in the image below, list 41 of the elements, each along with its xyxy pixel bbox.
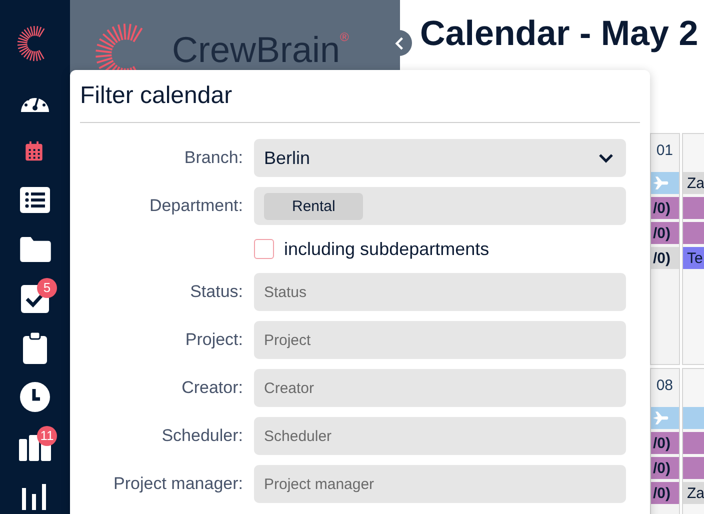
field-label: Creator: <box>180 378 243 398</box>
calendar-event[interactable]: /0) <box>651 432 679 454</box>
department-tag[interactable]: Rental <box>264 192 364 220</box>
checkbox[interactable] <box>254 239 274 259</box>
field-label: Project manager: <box>112 474 243 494</box>
airplane-icon <box>653 411 669 425</box>
field-label: Department: <box>148 196 243 216</box>
field-label: Scheduler: <box>160 426 243 446</box>
clock-icon <box>20 382 50 412</box>
logo-text: CrewBrain <box>172 32 340 68</box>
calendar-event[interactable]: /0) <box>651 222 679 244</box>
notification-badge: 11 <box>37 426 57 446</box>
input-field[interactable]: Project <box>254 321 626 359</box>
input-field[interactable]: Status <box>254 273 626 311</box>
field-label: Branch: <box>183 148 243 168</box>
calendar-event[interactable]: /0) <box>651 457 679 479</box>
page-title: Calendar - May 2 <box>420 14 698 55</box>
calendar-event[interactable]: /0) <box>651 197 679 219</box>
day-number: 01 <box>656 142 674 159</box>
select-field[interactable]: Berlin <box>254 139 626 177</box>
list-icon <box>20 187 50 214</box>
chevron-down-icon <box>598 153 614 163</box>
field-label: Project: <box>184 330 243 350</box>
dialog-title: Filter calendar <box>80 82 640 123</box>
chevron-left-icon <box>394 36 404 50</box>
calendar-event[interactable]: /0) <box>651 482 679 504</box>
nav-button[interactable]: 11 <box>15 428 55 465</box>
checkbox-label: including subdepartments <box>284 238 490 260</box>
nav-button[interactable]: 5 <box>15 280 55 318</box>
field-label: Status: <box>189 282 243 302</box>
input-field[interactable]: Creator <box>254 369 626 407</box>
day-number: 08 <box>656 377 674 394</box>
calendar-event[interactable]: /0) <box>651 247 679 269</box>
registered-mark: ® <box>340 30 349 44</box>
folder-icon <box>20 236 50 262</box>
airplane-icon <box>653 176 669 190</box>
input-field[interactable]: Scheduler <box>254 417 626 455</box>
clipboard-icon <box>23 332 47 364</box>
calendar-event[interactable]: Te <box>683 247 704 269</box>
input-field[interactable]: Project manager <box>254 465 626 503</box>
notification-badge: 5 <box>37 278 57 298</box>
